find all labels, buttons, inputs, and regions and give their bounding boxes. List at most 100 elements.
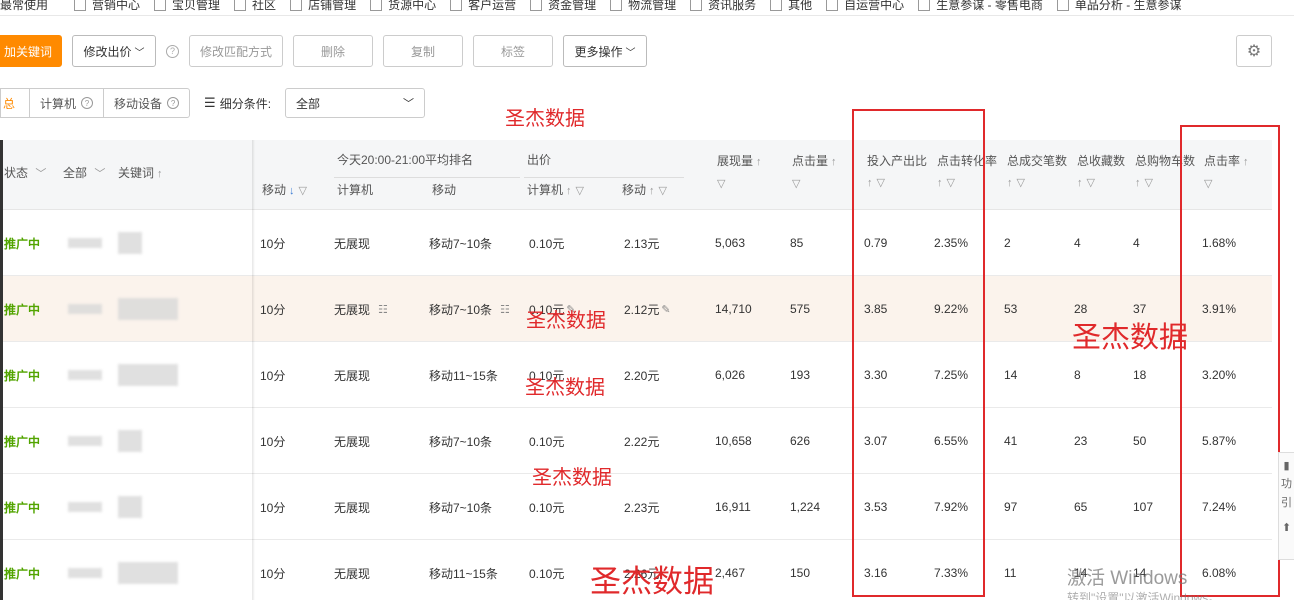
filter-icon: ▽ [298,185,307,197]
table-row[interactable]: 推广中 10分 无展现 移动7~10条 0.10元 2.22元 10,658 626 3.07 6… [0,408,1272,474]
category-item[interactable]: 货源中心 [370,0,436,13]
cell-favorites: 4 [1074,236,1081,250]
checkbox[interactable] [74,0,87,11]
checkbox[interactable] [530,0,543,11]
cell-bid-mobile: 2.12元 ✎ [624,302,671,317]
device-filter-row: 总 计算机? 移动设备? ☰ 细分条件: 全部 ﹀ [0,88,426,118]
highlight-box-roi-cvr [852,109,985,597]
arrow-up-icon: ⬆ [1281,522,1292,534]
header-orders[interactable]: 总成交笔数 [1007,152,1067,169]
tab-mobile[interactable]: 移动设备? [104,89,189,117]
header-bid-mobile[interactable]: 移动 ↑ ▽ [622,181,667,198]
category-item[interactable]: 生意参谋 - 零售电商 [918,0,1043,13]
checkbox[interactable] [826,0,839,11]
category-item[interactable]: 自运营中心 [826,0,904,13]
checkbox[interactable] [770,0,783,11]
sort-filter-carts[interactable]: ↑ ▽ [1135,175,1153,189]
modify-bid-button[interactable]: 修改出价 ﹀ [72,35,156,67]
modify-match-button[interactable]: 修改匹配方式 [189,35,283,67]
filter-icon[interactable]: ▽ [717,176,725,190]
table-row[interactable]: 推广中 10分 无展现 移动7~10条 0.10元 2.13元 5,063 85 0.79 2.3… [0,210,1272,276]
cell-quality-score: 10分 [260,500,286,515]
cell-clicks: 626 [790,434,811,448]
cell-rank-pc: 无展现 [334,368,371,383]
sort-down-icon: ↓ [289,185,295,197]
header-mobile-score[interactable]: 移动 ↓ ▽ [262,181,307,198]
more-actions-button[interactable]: 更多操作 ﹀ [563,35,647,67]
checkbox[interactable] [290,0,303,11]
sort-filter-orders[interactable]: ↑ ▽ [1007,175,1025,189]
header-clicks[interactable]: 点击量 ↑ [792,152,837,169]
tab-computer[interactable]: 计算机? [30,89,105,117]
tab-summary[interactable]: 总 [1,89,31,117]
category-item[interactable]: 物流管理 [610,0,676,13]
add-keyword-button[interactable]: 加关键词 [0,35,62,67]
watermark-text: 圣杰数据 [590,564,714,599]
checkbox[interactable] [610,0,623,11]
header-rank-group: 今天20:00-21:00平均排名 [337,153,474,167]
category-item[interactable]: 宝贝管理 [154,0,220,13]
cell-bid-mobile: 2.23元 [624,500,660,515]
category-item[interactable]: 营销中心 [74,0,140,13]
cell-impressions: 6,026 [715,368,746,382]
category-item[interactable]: 资金管理 [530,0,596,13]
checkbox[interactable] [918,0,931,11]
subcondition-select[interactable]: 全部 ﹀ [285,88,426,118]
settings-button[interactable]: ⚙ [1236,35,1272,67]
header-favorites[interactable]: 总收藏数 [1077,152,1125,169]
cell-quality-score: 10分 [260,236,286,251]
help-icon[interactable]: ? [167,97,180,109]
help-icon[interactable]: ? [166,44,179,58]
sort-up-icon: ↑ [157,168,163,180]
cell-rank-pc: 无展现 [334,500,371,515]
category-item[interactable]: 社区 [234,0,276,13]
cell-status: 推广中 [4,236,41,251]
checkbox[interactable] [450,0,463,11]
rank-detail-icon[interactable]: ☷ [500,303,510,316]
copy-button[interactable]: 复制 [383,35,463,67]
header-status[interactable]: 状态 ﹀ [4,164,46,181]
checkbox[interactable] [690,0,703,11]
help-icon[interactable]: ? [81,97,94,109]
chevron-down-icon: ﹀ [94,168,106,180]
checkbox[interactable] [1056,0,1069,11]
chevron-down-icon: ﹀ [134,47,145,59]
filter-icon[interactable]: ▽ [792,176,800,190]
header-bid-pc[interactable]: 计算机 ↑ ▽ [527,181,584,198]
sort-filter-favorites[interactable]: ↑ ▽ [1077,175,1095,189]
cell-orders: 11 [1004,566,1017,580]
sort-up-icon: ↑ [566,185,572,197]
cell-orders: 97 [1004,500,1018,514]
delete-button[interactable]: 删除 [293,35,373,67]
category-item[interactable]: 单品分析 - 生意参谋 [1056,0,1182,13]
cell-status: 推广中 [4,302,41,317]
side-feedback-panel[interactable]: ▮ 功 引 ⬆ [1278,452,1294,560]
tag-button[interactable]: 标签 [473,35,553,67]
edit-bid-icon[interactable]: ✎ [661,303,670,316]
cell-status: 推广中 [4,566,41,581]
filter-icon: ▽ [1016,177,1025,189]
cell-rank-mobile: 移动7~10条 [429,434,493,449]
cell-clicks: 575 [790,302,811,316]
checkbox[interactable] [154,0,167,11]
category-most-used[interactable]: 最常使用 [0,0,48,13]
cell-impressions: 14,710 [715,302,752,316]
cell-rank-mobile: 移动7~10条 [429,500,493,515]
table-row[interactable]: 推广中 10分 无展现 移动7~10条 0.10元 2.23元 16,911 1,224 3.5… [0,474,1272,540]
cell-keyword-redacted [68,276,178,342]
cell-bid-mobile: 2.13元 [624,236,660,251]
header-impressions[interactable]: 展现量 ↑ [717,152,762,169]
checkbox[interactable] [370,0,383,11]
cell-orders: 41 [1004,434,1018,448]
rank-detail-icon[interactable]: ☷ [378,303,388,316]
category-item[interactable]: 店铺管理 [290,0,356,13]
category-item[interactable]: 客户运营 [450,0,516,13]
cell-bid-pc: 0.10元 [529,566,565,581]
category-item[interactable]: 其他 [770,0,812,13]
header-all[interactable]: 全部 ﹀ [63,164,105,181]
header-keyword[interactable]: 关键词 ↑ [118,164,163,181]
cell-status: 推广中 [4,434,41,449]
checkbox[interactable] [234,0,247,11]
category-item[interactable]: 资讯服务 [690,0,756,13]
cell-orders: 14 [1004,368,1018,382]
